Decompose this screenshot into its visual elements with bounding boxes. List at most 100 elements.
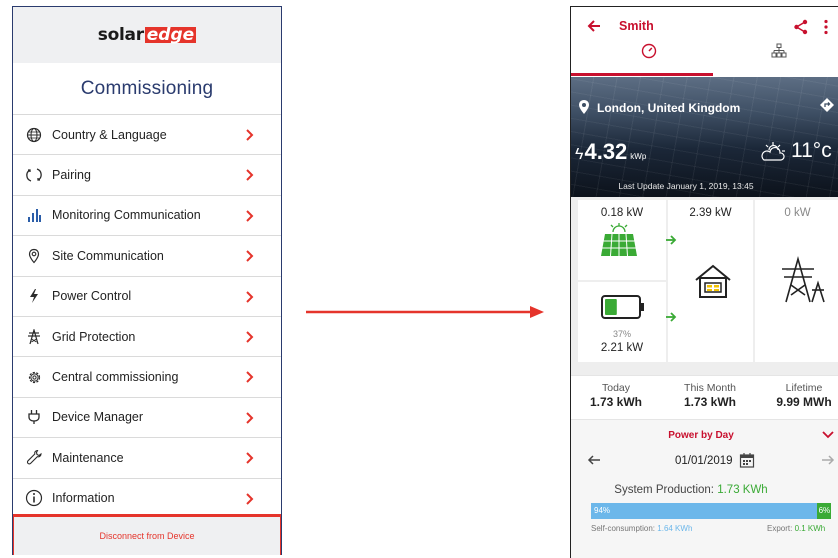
peak-power: ϟ 4.32 kWp [575, 139, 646, 165]
grid-power: 0 kW [784, 207, 811, 219]
battery-icon [601, 295, 644, 319]
navigate-icon[interactable] [819, 97, 835, 113]
power-by-day-title[interactable]: Power by Day [571, 430, 831, 441]
disconnect-button[interactable]: Disconnect from Device [13, 514, 281, 555]
layout-tab-icon[interactable] [771, 43, 787, 59]
flow-arrow-icon [666, 235, 677, 245]
menu-item-country-language[interactable]: Country & Language [13, 115, 281, 156]
transmission-tower-icon [782, 256, 825, 303]
site-dashboard-screen: Smith London, United Kingdom ϟ 4.32 kWp … [570, 6, 838, 558]
self-consumption-segment: 94% [591, 503, 817, 519]
chevron-right-icon [246, 169, 254, 182]
chevron-right-icon [246, 452, 254, 464]
chevron-right-icon [246, 492, 254, 505]
power-flow: 0.18 kW 2.39 kW 0 kW 37% 2.21 kW [571, 197, 838, 375]
export-segment: 6% [816, 503, 831, 519]
gear-icon [24, 367, 44, 387]
chevron-right-icon [246, 250, 254, 262]
self-consumption-value: 1.64 KWh [657, 524, 693, 533]
house-icon [695, 264, 731, 298]
site-location: London, United Kingdom [597, 101, 741, 115]
system-production: System Production: 1.73 KWh [571, 484, 811, 496]
selected-date[interactable]: 01/01/2019 [675, 455, 733, 467]
location-pin-icon [24, 246, 44, 266]
chevron-right-icon [246, 210, 254, 222]
location-pin-icon [579, 100, 589, 114]
solar-panel-icon [601, 223, 637, 257]
self-consumption-label: Self-consumption: [591, 524, 658, 533]
lightning-icon [24, 286, 44, 306]
stat-label: Lifetime [785, 382, 823, 394]
export-value: 0.1 KWh [794, 524, 826, 533]
chevron-right-icon [246, 371, 254, 384]
back-arrow-icon[interactable] [587, 19, 601, 33]
menu-item-power-control[interactable]: Power Control [13, 277, 281, 317]
menu-item-central-commissioning[interactable]: Central commissioning [13, 357, 281, 398]
consumption-bar: 94% 6% [591, 503, 831, 519]
power-tower-icon [24, 327, 44, 347]
active-tab-indicator [571, 73, 713, 76]
logo-text-edge: edge [144, 25, 197, 45]
solaredge-logo: solar edge [97, 25, 197, 45]
site-name: Smith [619, 19, 654, 33]
app-header: Smith [571, 7, 838, 77]
more-options-icon[interactable] [823, 19, 829, 35]
export-legend: Export: 0.1 KWh [767, 524, 825, 533]
wrench-icon [24, 448, 44, 468]
calendar-icon[interactable] [739, 452, 755, 468]
menu-item-monitoring-communication[interactable]: Monitoring Communication [13, 196, 281, 237]
power-by-day-section: Power by Day 01/01/2019 System Productio… [571, 420, 838, 558]
chevron-down-icon[interactable] [821, 428, 835, 442]
menu-item-device-manager[interactable]: Device Manager [13, 398, 281, 439]
battery-percent: 37% [612, 329, 631, 339]
menu-item-maintenance[interactable]: Maintenance [13, 438, 281, 479]
plug-icon [24, 407, 44, 427]
lightning-icon: ϟ [575, 146, 584, 163]
peak-power-value: 4.32 [584, 139, 628, 164]
home-power: 2.39 kW [689, 207, 732, 219]
share-icon[interactable] [793, 19, 809, 35]
menu-item-information[interactable]: Information [13, 479, 281, 519]
menu-item-pairing[interactable]: Pairing [13, 155, 281, 196]
menu-item-grid-protection[interactable]: Grid Protection [13, 317, 281, 358]
battery-power: 2.21 kW [600, 342, 644, 354]
system-production-value: 1.73 KWh [717, 484, 768, 496]
export-label: Export: [767, 524, 795, 533]
chevron-right-icon [246, 129, 254, 141]
stat-value: 1.73 kWh [589, 395, 643, 409]
energy-stats: Today 1.73 kWh This Month 1.73 kWh Lifet… [571, 375, 838, 420]
logo-bar: solar edge [13, 7, 281, 63]
stat-value: 9.99 MWh [776, 395, 832, 409]
stat-today: Today 1.73 kWh [571, 382, 661, 409]
disconnect-label: Disconnect from Device [99, 531, 195, 541]
next-day-arrow-icon[interactable] [821, 453, 835, 467]
sync-icon [24, 165, 44, 185]
site-hero-banner: London, United Kingdom ϟ 4.32 kWp 11°c L… [571, 77, 838, 197]
system-production-label: System Production: [614, 484, 718, 496]
logo-text-solar: solar [97, 25, 144, 45]
previous-day-arrow-icon[interactable] [587, 453, 601, 467]
peak-power-unit: kWp [630, 152, 647, 161]
transition-arrow-icon [306, 306, 544, 318]
stat-label: This Month [684, 382, 736, 394]
bar-chart-icon [24, 205, 44, 225]
chevron-right-icon [246, 412, 254, 424]
dashboard-tab-icon[interactable] [641, 43, 657, 59]
solar-panel-background [571, 77, 838, 197]
info-icon [24, 488, 44, 508]
self-consumption-legend: Self-consumption: 1.64 KWh [591, 524, 692, 533]
pv-power: 0.18 kW [600, 207, 644, 219]
last-update: Last Update January 1, 2019, 13:45 [618, 181, 754, 191]
stat-label: Today [601, 382, 631, 394]
temperature: 11°c [791, 139, 832, 162]
menu-item-site-communication[interactable]: Site Communication [13, 236, 281, 277]
stat-value: 1.73 kWh [683, 395, 737, 409]
commissioning-screen: solar edge Commissioning Country & Langua… [12, 6, 282, 555]
stat-lifetime: Lifetime 9.99 MWh [759, 382, 838, 409]
page-title: Commissioning [13, 63, 281, 115]
battery-fill [605, 299, 617, 315]
globe-icon [24, 125, 44, 145]
flow-arrow-icon [666, 312, 677, 322]
partly-cloudy-icon [761, 142, 785, 161]
chevron-right-icon [246, 331, 254, 343]
